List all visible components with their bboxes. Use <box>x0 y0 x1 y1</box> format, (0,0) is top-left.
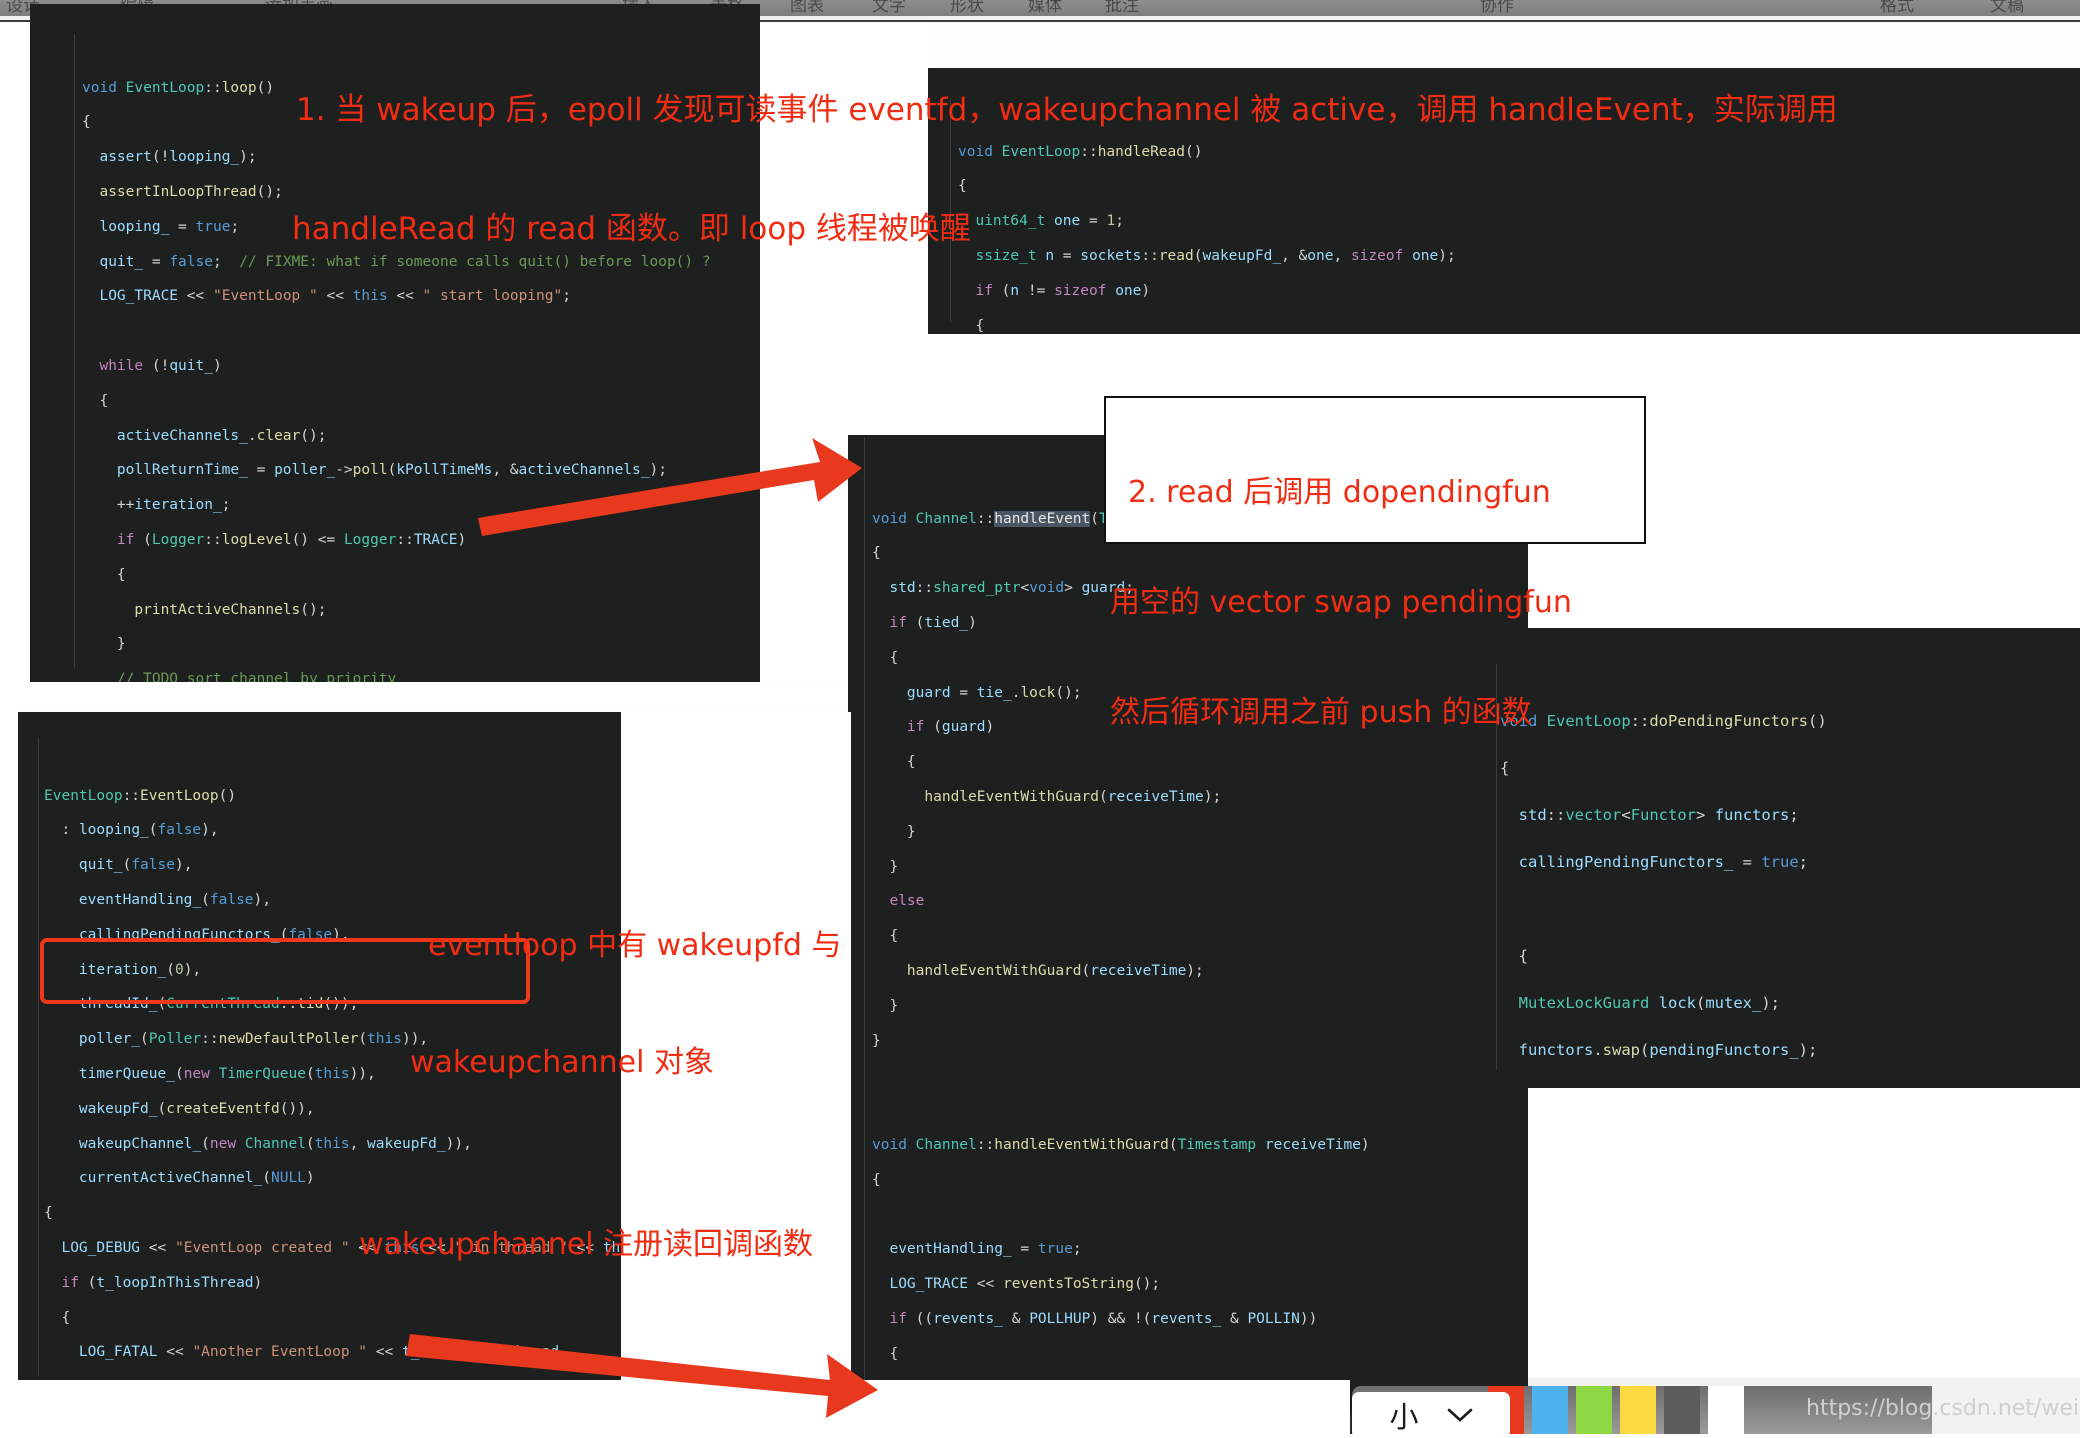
toolbar-item-11[interactable]: 格式 <box>1880 0 1914 16</box>
paper-gap-left-margin2 <box>0 711 18 1383</box>
code-line: } <box>889 858 899 875</box>
color-swatch-white[interactable] <box>1708 1386 1744 1434</box>
code-line: // TODO sort channel by priority <box>116 671 397 682</box>
watermark-url: https://blog.csdn.net/weixin_44537992 <box>1806 1396 2080 1421</box>
code-line: { <box>116 566 126 583</box>
code-line: void Channel::handleEventWithGuard(Times… <box>872 1136 1370 1153</box>
code-line: handleEventWithGuard(receiveTime); <box>924 789 1222 805</box>
code-line: { <box>889 928 899 945</box>
text-size-dropdown[interactable]: 小 <box>1352 1392 1510 1438</box>
code-line: } <box>872 1032 881 1049</box>
code-line: { <box>1500 758 1510 777</box>
annotation-note-3: eventloop 中有 wakeupfd 与 wakeupchannel 对象 <box>410 848 842 1121</box>
code-line: MutexLockGuard lock(mutex_); <box>1518 993 1781 1012</box>
code-line: functors.swap(pendingFunctors_); <box>1518 1040 1818 1059</box>
annotation-note-1-line-2: handleRead 的 read 函数。即 loop 线程被唤醒 <box>292 211 971 248</box>
paper-gap-bottom <box>0 1380 1350 1434</box>
code-line: while (!quit_) <box>99 358 222 374</box>
annotation-note-1-line-1: 1. 当 wakeup 后，epoll 发现可读事件 eventfd，wakeu… <box>296 92 1838 129</box>
color-swatch-blue[interactable] <box>1532 1386 1568 1434</box>
annotation-note-2-line-1: 2. read 后调用 dopendingfun <box>1128 475 1551 511</box>
paper-gap-left-margin <box>0 22 30 683</box>
annotation-note-4-text: wakeupchannel 注册读回调函数 <box>359 1227 814 1263</box>
code-line: { <box>99 392 109 409</box>
code-line: LOG_TRACE << reventsToString(); <box>889 1276 1161 1293</box>
code-line: { <box>889 1345 899 1362</box>
text-size-value: 小 <box>1389 1400 1419 1434</box>
code-line: } <box>116 636 126 653</box>
annotation-note-3-line-1: eventloop 中有 wakeupfd 与 <box>428 928 842 963</box>
code-line: eventHandling_ = true; <box>889 1241 1082 1258</box>
code-line: } <box>906 823 916 840</box>
code-line: void EventLoop::doPendingFunctors() <box>1500 711 1827 730</box>
annotation-note-2-line-3: 然后循环调用之前 push 的函数 <box>1110 694 1532 730</box>
annotation-note-2: 2. read 后调用 dopendingfun 用空的 vector swap… <box>1110 402 1572 768</box>
annotation-note-4: wakeupchannel 注册读回调函数 <box>340 1188 813 1265</box>
code-line: callingPendingFunctors_ = true; <box>1518 852 1809 871</box>
code-line: { <box>1518 946 1529 965</box>
code-line: { <box>872 1171 881 1188</box>
toolbar-item-12[interactable]: 文稿 <box>1990 0 2024 16</box>
code-line: handleEventWithGuard(receiveTime); <box>906 962 1204 979</box>
color-swatch-yellow[interactable] <box>1620 1386 1656 1434</box>
paper-gap-mid-right2 <box>1528 1088 2080 1378</box>
annotation-note-2-line-2: 用空的 vector swap pendingfun <box>1110 584 1572 620</box>
color-swatch-green[interactable] <box>1576 1386 1612 1434</box>
code-line: else <box>889 893 925 910</box>
color-swatch-gray[interactable] <box>1664 1386 1700 1434</box>
paper-gap-under-loop <box>0 683 848 711</box>
code-line: } <box>889 997 899 1014</box>
code-line: std::vector<Functor> functors; <box>1518 805 1799 824</box>
code-line: if ((revents_ & POLLHUP) && !(revents_ &… <box>889 1310 1318 1327</box>
annotation-note-1: 1. 当 wakeup 后，epoll 发现可读事件 eventfd，wakeu… <box>292 12 1838 290</box>
code-line: LOG_TRACE << "EventLoop " << this << " s… <box>99 288 571 305</box>
code-line: printActiveChannels(); <box>134 601 327 618</box>
code-line: { <box>975 317 985 334</box>
annotation-note-3-line-2: wakeupchannel 对象 <box>410 1045 714 1080</box>
code-line: activeChannels_.clear(); <box>116 427 327 444</box>
chevron-down-icon[interactable] <box>1447 1407 1473 1423</box>
code-line: ++iteration_; <box>116 497 231 514</box>
code-line: if (Logger::logLevel() <= Logger::TRACE) <box>116 531 467 548</box>
code-line: pollReturnTime_ = poller_->poll(kPollTim… <box>116 462 667 479</box>
